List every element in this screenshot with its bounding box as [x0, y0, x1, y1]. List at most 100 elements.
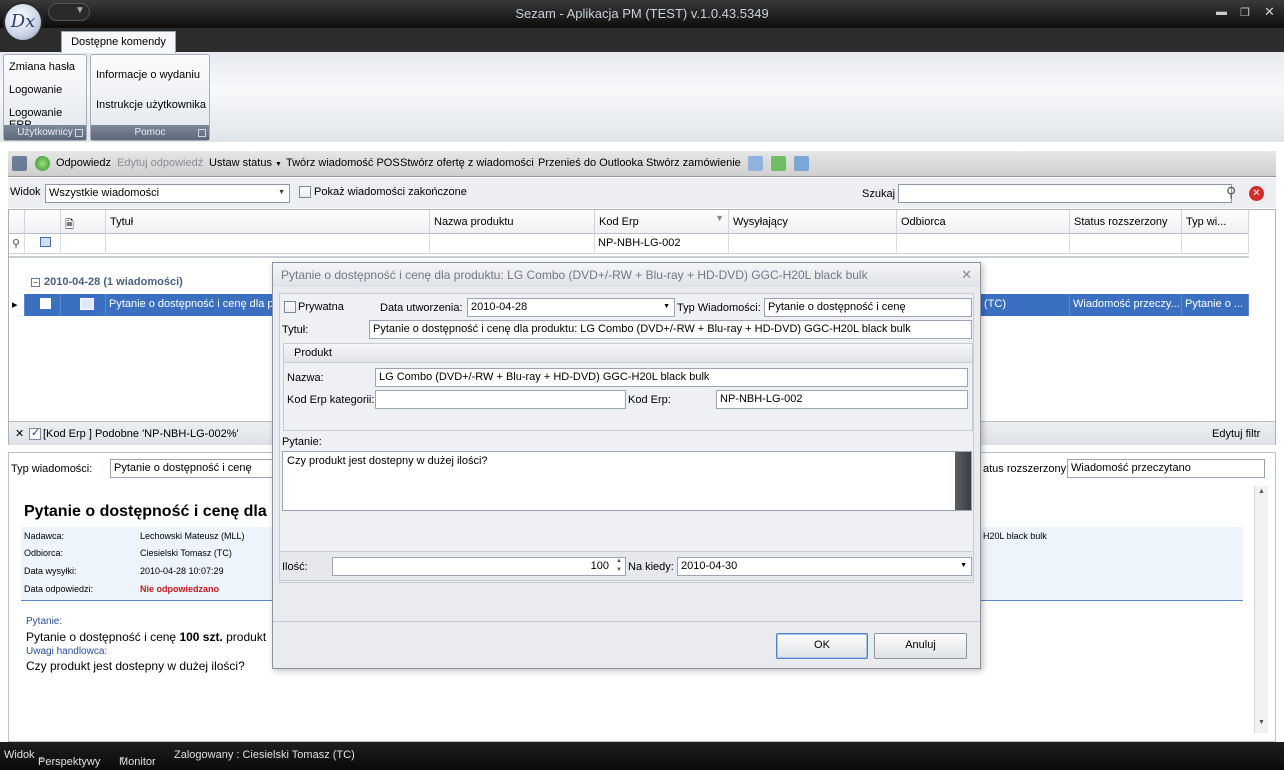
- chevron-down-icon[interactable]: ▼: [75, 5, 85, 16]
- search-icon[interactable]: ⚲: [1226, 184, 1236, 201]
- login-button[interactable]: Logowanie: [9, 84, 62, 96]
- remove-filter-icon[interactable]: ✕: [15, 427, 24, 440]
- title-bar: Sezam - Aplikacja PM (TEST) v.1.0.43.534…: [0, 0, 1284, 28]
- grid-header-title[interactable]: Tytuł: [106, 210, 430, 234]
- erp-field[interactable]: NP-NBH-LG-002: [716, 390, 968, 409]
- grid-header-ext-status[interactable]: Status rozszerzony: [1070, 210, 1182, 234]
- grid-header-product-name[interactable]: Nazwa produktu: [430, 210, 595, 234]
- grid-header-recipient[interactable]: Odbiorca: [897, 210, 1070, 234]
- change-password-button[interactable]: Zmiana hasła: [9, 61, 75, 73]
- grid-header-indicator: [9, 210, 25, 234]
- search-input[interactable]: [898, 184, 1232, 203]
- name-field[interactable]: LG Combo (DVD+/-RW + Blu-ray + HD-DVD) G…: [375, 368, 968, 387]
- scroll-up-icon[interactable]: ▲: [1258, 488, 1265, 495]
- quick-access-toolbar[interactable]: ▼: [48, 3, 90, 21]
- private-checkbox[interactable]: [284, 301, 296, 313]
- detail-status-field[interactable]: Wiadomość przeczytano: [1067, 459, 1265, 478]
- create-offer-button[interactable]: Stwórz ofertę z wiadomości: [400, 157, 534, 169]
- dialog-launcher-icon[interactable]: [198, 129, 206, 137]
- close-icon[interactable]: ✕: [1264, 4, 1275, 20]
- move-to-outlook-button[interactable]: Przenieś do Outlooka: [538, 157, 643, 169]
- filter-cell-title[interactable]: [106, 234, 430, 254]
- app-logo[interactable]: Dx: [3, 2, 43, 42]
- filter-active-checkbox[interactable]: ✓: [29, 427, 41, 440]
- title-label: Tytuł:: [282, 324, 309, 336]
- grid-header-erp-code[interactable]: Kod Erp ▼: [595, 210, 729, 234]
- dialog-close-icon[interactable]: ✕: [961, 267, 972, 283]
- release-info-button[interactable]: Informacje o wydaniu: [96, 69, 200, 81]
- clear-search-icon[interactable]: ✕: [1249, 186, 1264, 201]
- tab-available-commands[interactable]: Dostępne komendy: [61, 31, 176, 53]
- msg-type-field[interactable]: Pytanie o dostępność i cenę: [764, 298, 972, 317]
- row-checkbox[interactable]: [25, 294, 61, 316]
- filter-icon[interactable]: ▼: [715, 213, 724, 223]
- create-pos-button[interactable]: Twórz wiadomość POS: [286, 157, 400, 169]
- excel-icon[interactable]: [771, 156, 786, 171]
- filter-cell-product[interactable]: [430, 234, 595, 254]
- minimize-icon[interactable]: ▬: [1216, 6, 1227, 18]
- grid-header-sender[interactable]: Wysyłający: [729, 210, 897, 234]
- row-indicator-icon: ▸: [9, 294, 25, 316]
- group-row[interactable]: –2010-04-28 (1 wiadomości): [31, 276, 183, 288]
- view-select[interactable]: Wszystkie wiadomości ▼: [45, 184, 290, 203]
- show-finished-checkbox[interactable]: [299, 186, 311, 198]
- when-date-picker[interactable]: 2010-04-30 ▼: [677, 557, 972, 576]
- restore-icon[interactable]: ❐: [1240, 6, 1250, 19]
- filter-select-cell[interactable]: [25, 234, 61, 254]
- create-order-button[interactable]: Stwórz zamówienie: [646, 157, 741, 169]
- edit-reply-button: Edytuj odpowiedź: [117, 157, 204, 169]
- status-view-menu[interactable]: Widok: [4, 749, 35, 761]
- qty-label: Ilość:: [282, 561, 308, 573]
- filter-text[interactable]: [Kod Erp ] Podobne 'NP-NBH-LG-002%': [43, 428, 239, 440]
- question-textarea[interactable]: Czy produkt jest dostepny w dużej ilości…: [282, 451, 972, 511]
- grid-header-attachment[interactable]: 🗎: [61, 210, 106, 234]
- filter-cell-status[interactable]: [1070, 234, 1182, 254]
- dialog-launcher-icon[interactable]: [75, 129, 83, 137]
- title-field[interactable]: Pytanie o dostępność i cenę dla produktu…: [369, 320, 972, 339]
- question-scrollbar[interactable]: [955, 452, 971, 510]
- scroll-down-icon[interactable]: ▼: [1258, 719, 1265, 726]
- filter-cell-type[interactable]: [1182, 234, 1249, 254]
- ribbon-group-label: Użytkownicy: [4, 125, 86, 140]
- collapse-icon[interactable]: –: [31, 278, 40, 287]
- meta-label: Data wysyłki:: [24, 566, 77, 576]
- cancel-button[interactable]: Anuluj: [874, 633, 967, 659]
- chevron-down-icon: ▼: [38, 756, 45, 763]
- view-row: Widok Wszystkie wiadomości ▼ Pokaż wiado…: [8, 178, 1276, 208]
- detail-scrollbar[interactable]: ▲ ▼: [1254, 486, 1268, 733]
- meta-value-no-reply: Nie odpowiedzano: [140, 584, 220, 594]
- search-label: Szukaj: [862, 188, 896, 200]
- grid-header-select[interactable]: [25, 210, 61, 234]
- meta-label: Nadawca:: [24, 531, 65, 541]
- row-recipient: (TC): [981, 294, 1070, 316]
- remarks-text: Czy produkt jest dostepny w dużej ilości…: [26, 659, 245, 673]
- detail-type-field[interactable]: Pytanie o dostępność i cenę: [110, 459, 275, 478]
- edit-filter-link[interactable]: Edytuj filtr: [1212, 428, 1260, 440]
- print-icon[interactable]: [12, 156, 27, 171]
- user-guide-button[interactable]: Instrukcje użytkownika: [96, 99, 206, 111]
- stepper-arrows-icon[interactable]: ▲ ▼: [616, 557, 622, 575]
- created-date-picker[interactable]: 2010-04-28 ▼: [467, 298, 675, 317]
- row-title: Pytanie o dostępność i cenę dla pr: [106, 294, 276, 316]
- message-dialog: Pytanie o dostępność i cenę dla produktu…: [272, 262, 981, 669]
- set-status-button[interactable]: Ustaw status ▼: [209, 157, 282, 169]
- filter-cell[interactable]: [61, 234, 106, 254]
- message-toolbar: Odpowiedz Edytuj odpowiedź Ustaw status …: [8, 151, 1276, 177]
- when-label: Na kiedy:: [628, 561, 674, 573]
- refresh-icon[interactable]: [35, 156, 50, 171]
- filter-cell-erp-code[interactable]: NP-NBH-LG-002: [595, 234, 729, 254]
- document-icon: 🗎: [65, 219, 74, 231]
- filter-cell-sender[interactable]: [729, 234, 897, 254]
- ribbon-group-label: Pomoc: [91, 125, 209, 140]
- detail-heading: Pytanie o dostępność i cenę dla: [24, 503, 267, 520]
- copy-icon[interactable]: [794, 156, 809, 171]
- ok-button[interactable]: OK: [776, 633, 868, 659]
- filter-cell-recipient[interactable]: [897, 234, 1070, 254]
- qty-stepper[interactable]: 100: [332, 557, 626, 576]
- cat-erp-label: Kod Erp kategorii:: [287, 394, 375, 406]
- reply-button[interactable]: Odpowiedz: [56, 157, 111, 169]
- grid-header-type[interactable]: Typ wi...: [1182, 210, 1249, 234]
- status-bar: Widok Perspektywy ▼ Monitor ▼ Zalogowany…: [0, 742, 1284, 770]
- export-icon[interactable]: [748, 156, 763, 171]
- cat-erp-field[interactable]: [375, 390, 626, 409]
